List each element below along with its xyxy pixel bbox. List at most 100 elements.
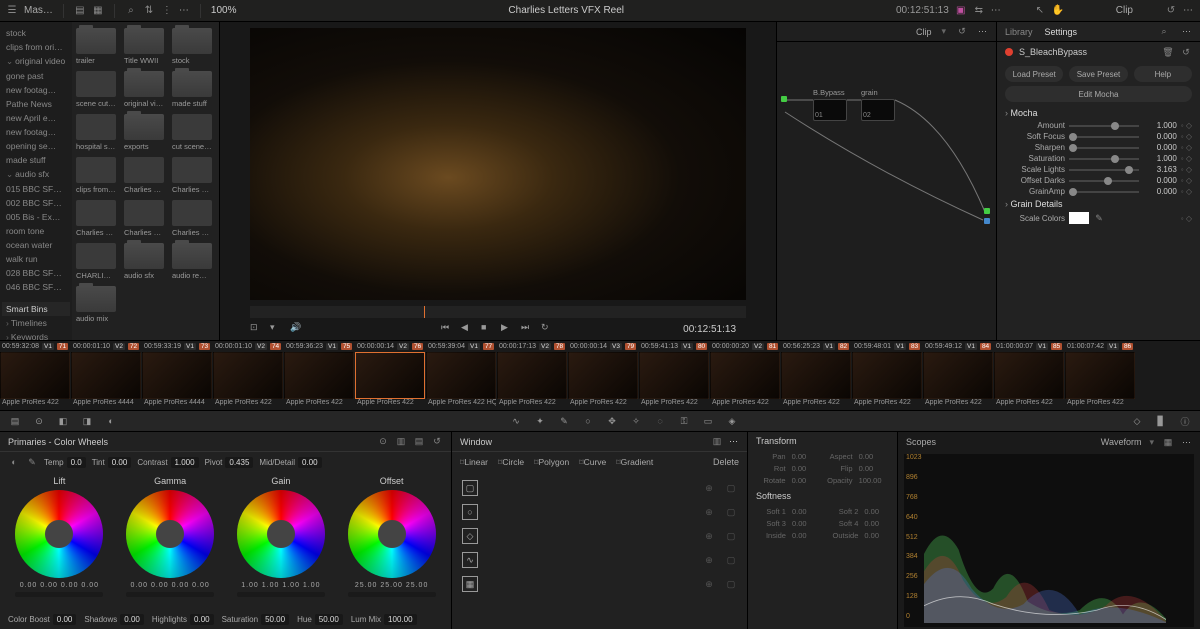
save-preset-button[interactable]: Save Preset	[1069, 66, 1127, 82]
shape-invert-icon[interactable]: ⊕	[703, 482, 715, 494]
param-keyframe[interactable]: ◦ ◇	[1181, 132, 1192, 141]
tree-item[interactable]: 015 BBC SF…	[2, 182, 70, 196]
adjust-value[interactable]: 1.000	[171, 457, 199, 468]
media-thumb[interactable]: original video	[124, 71, 164, 108]
master-label[interactable]: Mas…	[24, 5, 53, 16]
tool-scopes-icon[interactable]: ▊	[1154, 414, 1168, 428]
media-thumb[interactable]: Charlies Let…	[76, 200, 116, 237]
color-wheel-lift[interactable]: Lift0.00 0.00 0.00 0.00	[9, 476, 109, 609]
kf-value[interactable]: 100.00	[859, 476, 889, 485]
more2-icon[interactable]: ⋯	[991, 5, 1002, 16]
timeline-clip[interactable]: 00:59:33:19V173Apple ProRes 4444	[142, 341, 212, 410]
media-thumb[interactable]: clips from o…	[76, 157, 116, 194]
tool-fx-icon[interactable]: ✧	[629, 414, 643, 428]
kf-value[interactable]: 0.00	[864, 531, 889, 540]
timeline-clip[interactable]: 00:00:01:10V274Apple ProRes 422	[213, 341, 283, 410]
master-slider[interactable]	[15, 592, 103, 597]
loop-icon[interactable]: ↻	[541, 322, 555, 336]
shape-invert-icon[interactable]: ⊕	[703, 578, 715, 590]
log-mode-icon[interactable]: ▤	[413, 436, 425, 448]
tool-highlight-icon[interactable]: ◐	[104, 414, 118, 428]
param-value[interactable]: 0.000	[1143, 187, 1177, 196]
param-value[interactable]: 3.163	[1143, 165, 1177, 174]
tool-curves-icon[interactable]: ∿	[509, 414, 523, 428]
param-slider[interactable]	[1069, 125, 1139, 127]
wheels-mode-icon[interactable]: ⊙	[377, 436, 389, 448]
inspector-more-icon[interactable]: ⋯	[1182, 26, 1192, 37]
hand-icon[interactable]: ✋	[1052, 5, 1064, 17]
tool-stereo-icon[interactable]: ◈	[725, 414, 739, 428]
timeline-clip[interactable]: 00:59:32:08V171Apple ProRes 422	[0, 341, 70, 410]
adjust-value[interactable]: 0.00	[53, 614, 77, 625]
tree-item[interactable]: new footag…	[2, 83, 70, 97]
shape-mask-icon[interactable]: ▢	[725, 482, 737, 494]
adjust-value[interactable]: 0.435	[225, 457, 253, 468]
tool-sizing-icon[interactable]: ▭	[701, 414, 715, 428]
adjust-value[interactable]: 0.0	[67, 457, 86, 468]
timeline-clip[interactable]: 00:00:00:14V276Apple ProRes 422	[355, 341, 425, 410]
viewer-timecode[interactable]: 00:12:51:13	[683, 324, 736, 335]
viewer-frame[interactable]	[250, 28, 746, 300]
adjust-value[interactable]: 0.00	[108, 457, 132, 468]
tree-item[interactable]: new footag…	[2, 125, 70, 139]
tree-item[interactable]: walk run	[2, 252, 70, 266]
adjust-value[interactable]: 0.00	[298, 457, 322, 468]
shape-mask-icon[interactable]: ▢	[725, 530, 737, 542]
kf-value[interactable]: 0.00	[792, 519, 817, 528]
media-thumb[interactable]: stock	[172, 28, 212, 65]
timeline-clip[interactable]: 00:00:01:10V272Apple ProRes 4444	[71, 341, 141, 410]
prev-frame-icon[interactable]: ◀	[461, 322, 475, 336]
node[interactable]: B.Bypass01	[813, 88, 847, 121]
nodes-clip-menu[interactable]: Clip	[916, 27, 932, 37]
tree-item[interactable]: 002 BBC SF…	[2, 196, 70, 210]
inspector-reset-icon[interactable]: ↺	[1180, 46, 1192, 58]
section-grain[interactable]: Grain Details	[997, 197, 1200, 211]
media-thumb[interactable]: trailer	[76, 28, 116, 65]
master-slider[interactable]	[126, 592, 214, 597]
timeline-clip[interactable]: 00:59:48:01V183Apple ProRes 422	[852, 341, 922, 410]
section-mocha[interactable]: Mocha	[997, 106, 1200, 120]
thumb-view-icon[interactable]: ▦	[92, 5, 104, 17]
eyedropper-icon[interactable]: ✎	[1093, 212, 1105, 224]
tree-item[interactable]: 005 Bis - Ex…	[2, 210, 70, 224]
filter-icon[interactable]: ⋮	[161, 5, 173, 17]
tool-blur-icon[interactable]: ◌	[653, 414, 667, 428]
tool-qualifier-icon[interactable]: ✎	[557, 414, 571, 428]
tree-item[interactable]: stock	[2, 26, 70, 40]
search-icon[interactable]: ⌕	[125, 5, 137, 17]
param-slider[interactable]	[1069, 169, 1139, 171]
node[interactable]: grain02	[861, 88, 895, 121]
tree-item[interactable]: audio sfx	[2, 167, 70, 182]
tool-window-icon[interactable]: ○	[581, 414, 595, 428]
media-thumb[interactable]: audio sfx	[124, 243, 164, 280]
picker-a-icon[interactable]: ◐	[8, 456, 20, 468]
color-wheel-gain[interactable]: Gain1.00 1.00 1.00 1.00	[231, 476, 331, 609]
tool-wipe-icon[interactable]: ◧	[56, 414, 70, 428]
scale-kf[interactable]: ◦ ◇	[1181, 214, 1192, 223]
media-thumb[interactable]: cut scene g…	[172, 114, 212, 151]
timeline-clip[interactable]: 00:59:49:12V184Apple ProRes 422	[923, 341, 993, 410]
window-tool-circle[interactable]: ⌑Circle	[498, 457, 524, 468]
timeline-clip[interactable]: 00:00:00:14V379Apple ProRes 422	[568, 341, 638, 410]
edit-mocha-button[interactable]: Edit Mocha	[1005, 86, 1192, 102]
fit-icon[interactable]: ⊡	[250, 322, 264, 336]
nodes-more-icon[interactable]: ⋯	[978, 26, 988, 37]
shape-invert-icon[interactable]: ⊕	[703, 554, 715, 566]
shape-mask-icon[interactable]: ▢	[725, 506, 737, 518]
kf-value[interactable]: 0.00	[859, 464, 889, 473]
pointer-icon[interactable]: ↖	[1034, 5, 1046, 17]
kf-value[interactable]: 0.00	[792, 531, 817, 540]
scopes-mode[interactable]: Waveform	[1101, 437, 1142, 447]
link-icon[interactable]: ⇆	[973, 5, 985, 17]
kf-value[interactable]: 0.00	[864, 519, 889, 528]
tree-item[interactable]: 046 BBC SF…	[2, 280, 70, 294]
media-thumb[interactable]: audio mix	[76, 286, 116, 323]
tab-settings[interactable]: Settings	[1045, 27, 1078, 37]
timeline-clip[interactable]: 00:59:39:04V177Apple ProRes 422 HQ	[426, 341, 496, 410]
smart-bin-item[interactable]: Keywords	[2, 330, 70, 340]
scopes-more-icon[interactable]: ⋯	[1182, 437, 1192, 448]
kf-value[interactable]: 0.00	[859, 452, 889, 461]
media-thumb[interactable]: hospital sc…	[76, 114, 116, 151]
adjust-value[interactable]: 50.00	[315, 614, 343, 625]
media-thumb[interactable]: audio rework	[172, 243, 212, 280]
